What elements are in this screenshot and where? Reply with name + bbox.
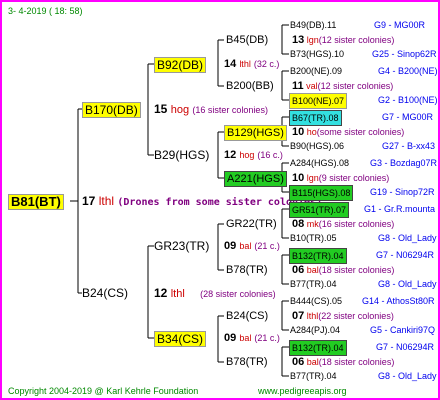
g4-bot-4: B115(HGS).08 (289, 185, 354, 201)
g4-note-3: (some sister colonies) (316, 127, 405, 137)
g2-note-2: (16 c.) (257, 150, 283, 160)
g4-breeder-1: lgn (306, 35, 319, 45)
g1-queen-1: B170(DB) (82, 102, 141, 118)
g2-queen-4: B34(CS) (154, 331, 207, 347)
g4-year-2: 11 (292, 80, 304, 92)
g4-note-5: (16 sister colonies) (318, 219, 395, 229)
g2-note-3: (21 c.) (254, 241, 280, 251)
g4-year-3: 10 (292, 126, 305, 138)
root-year: 17 (82, 194, 96, 208)
g3-queen-8: B78(TR) (226, 356, 268, 368)
g3-queen-5: GR22(TR) (226, 218, 277, 230)
g2-breeder-2: hog (239, 150, 255, 160)
g3-queen-4: A221(HGS) (224, 171, 287, 187)
g4-breeder-5: mk (306, 219, 319, 229)
g4-breeder-3: ho (306, 127, 317, 137)
g2-queen-3: GR23(TR) (154, 239, 210, 253)
g4-note-1: (12 sister colonies) (318, 35, 395, 45)
g4-year-7: 07 (292, 310, 305, 322)
g4-top-6: B132(TR).04 (289, 248, 347, 264)
g2-breeder-4: bal (239, 333, 252, 343)
g3-queen-3: B129(HGS) (224, 125, 287, 141)
g3-queen-1: B45(DB) (226, 34, 269, 46)
g1-breeder-2: lthl (170, 288, 185, 300)
g4-rbot-7: G5 - Cankiri97Q (370, 325, 436, 335)
g4-note-6: (18 sister colonies) (318, 265, 395, 275)
g4-rtop-2: G4 - B200(NE) (378, 66, 438, 76)
g4-rtop-8: G7 - N06294R (376, 342, 435, 352)
footer-copyright: Copyright 2004-2019 @ Karl Kehrle Founda… (8, 386, 199, 396)
g2-year-4: 09 (224, 332, 237, 344)
g3-queen-7: B24(CS) (226, 310, 269, 322)
g3-queen-6: B78(TR) (226, 264, 268, 276)
g4-year-1: 13 (292, 34, 305, 46)
g4-top-4: A284(HGS).08 (290, 158, 350, 168)
g4-note-2: (12 sister colonies) (317, 81, 394, 91)
root-queen: B81(BT) (8, 194, 64, 210)
g3-queen-2: B200(BB) (226, 80, 274, 92)
g4-bot-6: B77(TR).04 (290, 279, 337, 289)
pedigree-frame: { "header": {"date": "3- 4-2019 ( 18: 58… (0, 0, 440, 400)
g4-bot-1: B73(HGS).10 (290, 49, 345, 59)
g4-rtop-3: G7 - MG00R (382, 112, 434, 122)
g1-note-2: (28 sister colonies) (200, 289, 276, 299)
g4-top-7: B444(CS).05 (290, 296, 343, 306)
root-breeder: lthl (98, 194, 115, 208)
g4-breeder-7: lthl (306, 311, 319, 321)
g4-top-1: B49(DB).11 (290, 20, 337, 30)
g2-note-4: (21 c.) (254, 333, 280, 343)
g1-year-1: 15 (154, 102, 168, 116)
g4-top-5: GR51(TR).07 (289, 202, 350, 218)
g4-rbot-4: G19 - Sinop72R (370, 187, 435, 197)
footer-site-link[interactable]: www.pedigreeapis.org (258, 384, 347, 398)
g4-rbot-2: G2 - B100(NE) (378, 95, 438, 105)
g4-bot-8: B77(TR).04 (290, 371, 337, 381)
g4-rbot-5: G8 - Old_Lady (378, 233, 437, 243)
g1-queen-2: B24(CS) (82, 286, 129, 300)
g4-rbot-1: G25 - Sinop62R (372, 49, 437, 59)
g4-rbot-6: G8 - Old_Lady (378, 279, 437, 289)
g4-rtop-6: G7 - N06294R (376, 250, 435, 260)
g4-breeder-4: lgn (306, 173, 319, 183)
g2-year-2: 12 (224, 149, 237, 161)
g2-note-1: (32 c.) (253, 59, 280, 69)
g4-note-7: (22 sister colonies) (318, 311, 394, 321)
date-stamp: 3- 4-2019 ( 18: 58) (8, 6, 83, 16)
g4-rbot-8: G8 - Old_Lady (378, 371, 437, 381)
g4-rtop-5: G1 - Gr.R.mounta (364, 204, 436, 214)
g4-year-8: 06 (292, 356, 305, 368)
g2-breeder-3: bal (239, 241, 252, 251)
g4-rtop-4: G3 - Bozdag07R (370, 158, 438, 168)
g4-bot-2: B100(NE).07 (289, 93, 348, 109)
g4-bot-3: B90(HGS).06 (290, 141, 345, 151)
g4-breeder-2: val (306, 81, 318, 91)
g1-note-1: (16 sister colonies) (192, 105, 268, 115)
g1-breeder-1: hog (170, 104, 190, 116)
g2-breeder-1: lthl (239, 59, 251, 69)
g1-year-2: 12 (154, 286, 168, 300)
g4-rtop-1: G9 - MG00R (374, 20, 426, 30)
g2-queen-2: B29(HGS) (154, 148, 210, 162)
g2-queen-1: B92(DB) (154, 57, 207, 73)
g2-year-3: 09 (224, 240, 237, 252)
g4-rtop-7: G14 - AthosSt80R (362, 296, 435, 306)
g4-top-3: B67(TR).08 (289, 110, 342, 126)
g4-note-4: (9 sister colonies) (318, 173, 390, 183)
g4-breeder-8: bal (306, 357, 319, 367)
g4-breeder-6: bal (306, 265, 319, 275)
g4-year-5: 08 (292, 218, 305, 230)
g4-top-8: B132(TR).04 (289, 340, 347, 356)
g4-bot-5: B10(TR).05 (290, 233, 337, 243)
g4-note-8: (18 sister colonies) (318, 357, 395, 367)
g4-bot-7: A284(PJ).04 (290, 325, 341, 335)
g4-year-6: 06 (292, 264, 305, 276)
g4-rbot-3: G27 - B-xx43 (382, 141, 436, 151)
g4-top-2: B200(NE).09 (290, 66, 343, 76)
g2-year-1: 14 (224, 58, 237, 70)
g4-year-4: 10 (292, 172, 305, 184)
